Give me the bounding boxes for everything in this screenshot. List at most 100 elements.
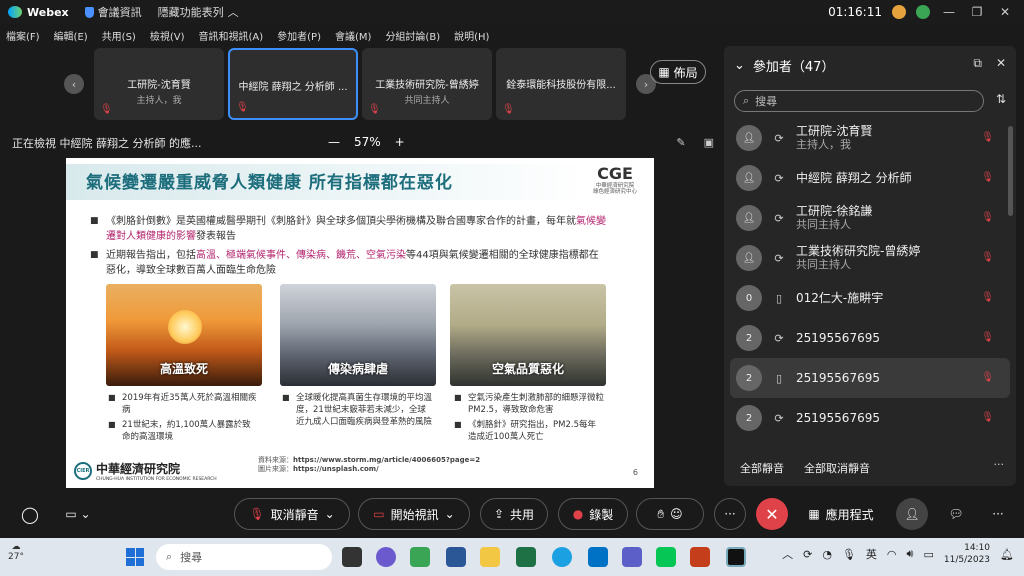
participants-icon[interactable]: 👤︎: [896, 498, 928, 530]
participant-row[interactable]: 👤︎ ⟳ 工研院-徐銘謙 共同主持人 🎙︎: [724, 198, 1016, 238]
weather-widget[interactable]: ☁ 27°: [8, 542, 24, 562]
muted-mic-icon[interactable]: 🎙︎: [981, 212, 994, 223]
apps-button[interactable]: ▦ 應用程式: [796, 498, 886, 530]
participant-scrollbar[interactable]: [1008, 126, 1013, 216]
close-panel-icon[interactable]: ✕: [996, 56, 1006, 71]
chat-app-icon[interactable]: [376, 547, 396, 567]
start-video-button[interactable]: ▭ 開始視訊 ⌄: [358, 498, 470, 530]
participant-row[interactable]: 2 ⟳ 25195567695 🎙︎: [724, 318, 1016, 358]
line-icon[interactable]: [656, 547, 676, 567]
restore-icon[interactable]: ❐: [968, 5, 986, 19]
record-button[interactable]: ● 錄製: [558, 498, 628, 530]
volume-icon[interactable]: 🔊︎: [907, 547, 914, 561]
panel-header[interactable]: ⌄ 參加者（47）: [734, 56, 834, 75]
file-explorer-icon[interactable]: [480, 547, 500, 567]
participant-row[interactable]: 👤︎ ⟳ 工業技術研究院-曾綉婷 共同主持人 🎙︎: [724, 238, 1016, 278]
chevron-down-icon: ⌄: [734, 58, 745, 73]
sort-icon[interactable]: ⇅: [996, 92, 1006, 106]
remote-control-icon[interactable]: ▣: [704, 136, 714, 149]
muted-mic-icon[interactable]: 🎙︎: [981, 172, 994, 183]
webex-taskbar-icon[interactable]: [726, 547, 746, 567]
chevron-up-icon[interactable]: ︿: [782, 546, 793, 562]
strip-prev-button[interactable]: ‹: [64, 74, 84, 94]
participant-row[interactable]: 👤︎ ⟳ 工研院-沈育賢 主持人，我 🎙︎: [724, 118, 1016, 158]
participant-row-selected[interactable]: 2 ▯ 25195567695 🎙︎: [730, 358, 1010, 398]
chat-icon[interactable]: 💬︎: [940, 498, 972, 530]
layout-button[interactable]: ▦ 佈局: [650, 60, 706, 84]
captions-icon[interactable]: ▭ ⌄: [58, 498, 98, 530]
sync-icon[interactable]: ⟳: [803, 548, 812, 561]
notification-icon[interactable]: 🔔︎: [1000, 548, 1014, 561]
share-button[interactable]: ⇪ 共用: [480, 498, 548, 530]
mute-all-button[interactable]: 全部靜音: [740, 460, 784, 476]
menu-view[interactable]: 檢視(V): [150, 28, 185, 43]
participant-row[interactable]: 0 ▯ 012仁大-施畊宇 🎙︎: [724, 278, 1016, 318]
task-view-icon[interactable]: [342, 547, 362, 567]
app-icon[interactable]: [410, 547, 430, 567]
hidden-menu-toggle[interactable]: 隱藏功能表列 ︿: [158, 4, 239, 20]
muted-mic-icon[interactable]: 🎙︎: [981, 292, 994, 303]
more-options-icon[interactable]: ···: [982, 498, 1014, 530]
menu-breakout[interactable]: 分組討論(B): [385, 28, 440, 43]
webex-logo: Webex: [8, 6, 69, 19]
annotate-icon[interactable]: ✎: [676, 136, 685, 149]
close-icon[interactable]: ✕: [996, 5, 1014, 19]
participant-row[interactable]: 2 ⟳ 25195567695 🎙︎: [724, 398, 1016, 438]
video-thumb[interactable]: 工業技術研究院-曾綉婷 共同主持人 🎙︎: [362, 48, 492, 120]
slide-title: 氣候變遷嚴重威脅人類健康 所有指標都在惡化: [86, 173, 453, 193]
computer-audio-icon: ⟳: [774, 331, 784, 345]
shared-slide: 氣候變遷嚴重威脅人類健康 所有指標都在惡化 CGE 中華經濟研究院 綠色經濟研究…: [66, 158, 654, 488]
network-stats-icon[interactable]: [916, 5, 930, 19]
ime-indicator[interactable]: 英: [866, 546, 877, 562]
status-ring-icon[interactable]: ◯: [14, 498, 46, 530]
app-tray-icon[interactable]: ◔: [822, 548, 832, 561]
zoom-in-button[interactable]: +: [395, 135, 405, 149]
menu-file[interactable]: 檔案(F): [6, 28, 40, 43]
more-options-icon[interactable]: ···: [994, 458, 1005, 471]
unmute-all-button[interactable]: 全部取消靜音: [804, 460, 870, 476]
leave-meeting-button[interactable]: ✕: [756, 498, 788, 530]
meeting-info-button[interactable]: 會議資訊: [84, 4, 142, 20]
menu-meeting[interactable]: 會議(M): [335, 28, 371, 43]
battery-icon[interactable]: ▭: [923, 548, 933, 561]
taskbar-clock[interactable]: 14:10 11/5/2023: [944, 542, 990, 566]
powerpoint-icon[interactable]: [690, 547, 710, 567]
menu-help[interactable]: 說明(H): [454, 28, 489, 43]
teams-icon[interactable]: [622, 547, 642, 567]
participant-row[interactable]: 👤︎ ⟳ 中經院 薛翔之 分析師 🎙︎: [724, 158, 1016, 198]
menu-audio-video[interactable]: 音訊和視訊(A): [199, 28, 264, 43]
taskbar-search[interactable]: ⌕ 搜尋: [156, 544, 332, 570]
muted-mic-icon[interactable]: 🎙︎: [981, 372, 994, 383]
mic-muted-tray-icon[interactable]: 🎙︎: [842, 548, 856, 561]
excel-icon[interactable]: [516, 547, 536, 567]
chevron-down-icon: ⌄: [324, 507, 335, 521]
outlook-icon[interactable]: [588, 547, 608, 567]
word-icon[interactable]: [446, 547, 466, 567]
video-thumb[interactable]: 工研院-沈育賢 主持人，我 🎙︎: [94, 48, 224, 120]
more-icon[interactable]: ···: [714, 498, 746, 530]
participant-search-input[interactable]: ⌕ 搜尋: [734, 90, 984, 112]
avatar: 👤︎: [736, 205, 762, 231]
unmute-button[interactable]: 🎙︎ 取消靜音 ⌄: [234, 498, 350, 530]
layout-icon: ▦: [658, 65, 670, 79]
reactions-button[interactable]: ✋︎ ☺: [636, 498, 704, 530]
avatar: 👤︎: [736, 165, 762, 191]
video-thumb-active[interactable]: 中經院 薛翔之 分析師 ... 🎙︎: [228, 48, 358, 120]
muted-mic-icon[interactable]: 🎙︎: [981, 132, 994, 143]
recording-status-icon[interactable]: [892, 5, 906, 19]
menu-participants[interactable]: 參加者(P): [277, 28, 321, 43]
zoom-out-button[interactable]: —: [328, 135, 340, 149]
video-thumb[interactable]: 銓泰環能科技股份有限... 🎙︎: [496, 48, 626, 120]
muted-mic-icon[interactable]: 🎙︎: [981, 252, 994, 263]
edge-icon[interactable]: [552, 547, 572, 567]
windows-taskbar: ☁ 27° ⌕ 搜尋 ︿ ⟳ ◔ 🎙︎ 英 ◠ 🔊︎ ▭ 14:10 11/5/202…: [0, 538, 1024, 576]
minimize-icon[interactable]: —: [940, 5, 958, 19]
windows-start-icon[interactable]: [126, 548, 144, 566]
wifi-icon[interactable]: ◠: [887, 548, 897, 561]
menu-edit[interactable]: 編輯(E): [54, 28, 88, 43]
muted-mic-icon[interactable]: 🎙︎: [981, 412, 994, 423]
search-icon: ⌕: [743, 94, 750, 107]
popout-icon[interactable]: ⧉: [973, 56, 982, 71]
muted-mic-icon[interactable]: 🎙︎: [981, 332, 994, 343]
menu-share[interactable]: 共用(S): [102, 28, 136, 43]
